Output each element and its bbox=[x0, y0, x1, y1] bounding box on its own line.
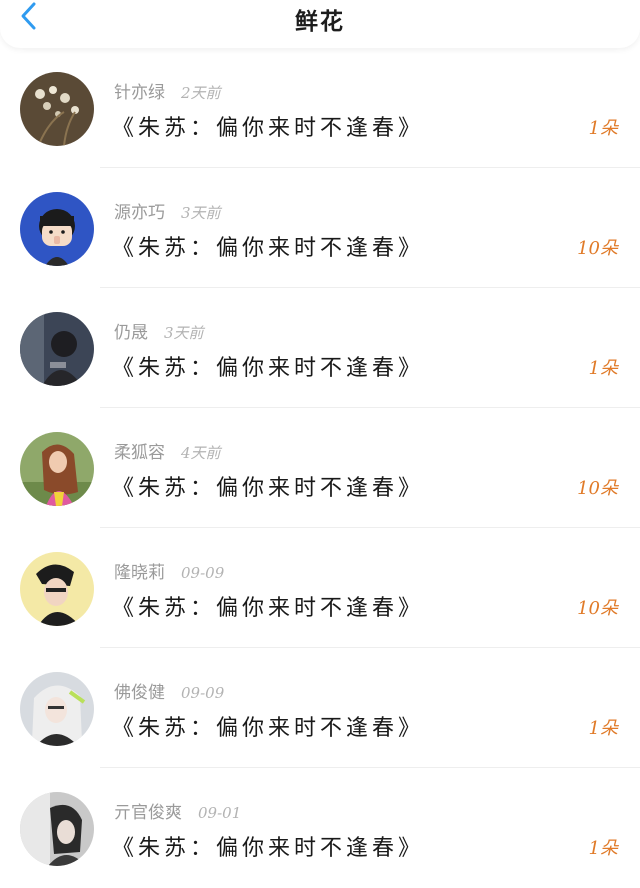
list-item[interactable]: 隆晓莉 09-09 《朱苏：偏你来时不逢春》 10朵 bbox=[0, 528, 640, 648]
sent-time: 3天前 bbox=[164, 324, 204, 342]
flower-gift-list: 针亦绿 2天前 《朱苏：偏你来时不逢春》 1朵 源亦巧 3天前 《朱苏：偏你来时不逢… bbox=[0, 48, 640, 888]
work-title: 《朱苏：偏你来时不逢春》 bbox=[112, 236, 425, 261]
avatar[interactable] bbox=[20, 312, 94, 386]
flower-count: 1朵 bbox=[588, 118, 618, 139]
sent-time: 09-09 bbox=[181, 684, 225, 702]
page-title: 鲜花 bbox=[295, 8, 345, 35]
sender-meta: 佛俊健 09-09 bbox=[114, 678, 224, 703]
flower-count: 1朵 bbox=[588, 358, 618, 379]
list-item[interactable]: 柔狐容 4天前 《朱苏：偏你来时不逢春》 10朵 bbox=[0, 408, 640, 528]
top-bar: 鲜花 bbox=[0, 0, 640, 48]
sent-time: 3天前 bbox=[181, 204, 221, 222]
sender-meta: 柔狐容 4天前 bbox=[114, 438, 221, 463]
work-title: 《朱苏：偏你来时不逢春》 bbox=[112, 836, 425, 861]
sender-meta: 隆晓莉 09-09 bbox=[114, 558, 224, 583]
flower-count: 1朵 bbox=[588, 718, 618, 739]
list-item[interactable]: 亓官俊爽 09-01 《朱苏：偏你来时不逢春》 1朵 bbox=[0, 768, 640, 888]
sender-name: 仍晟 bbox=[114, 323, 148, 343]
sender-meta: 源亦巧 3天前 bbox=[114, 198, 221, 223]
sender-name: 亓官俊爽 bbox=[114, 803, 182, 823]
list-item[interactable]: 仍晟 3天前 《朱苏：偏你来时不逢春》 1朵 bbox=[0, 288, 640, 408]
sender-name: 源亦巧 bbox=[114, 203, 165, 223]
sender-name: 柔狐容 bbox=[114, 443, 165, 463]
avatar[interactable] bbox=[20, 552, 94, 626]
sender-meta: 亓官俊爽 09-01 bbox=[114, 798, 241, 823]
sender-name: 针亦绿 bbox=[114, 83, 165, 103]
avatar[interactable] bbox=[20, 432, 94, 506]
avatar[interactable] bbox=[20, 792, 94, 866]
list-item[interactable]: 佛俊健 09-09 《朱苏：偏你来时不逢春》 1朵 bbox=[0, 648, 640, 768]
flower-count: 1朵 bbox=[588, 838, 618, 859]
list-item[interactable]: 针亦绿 2天前 《朱苏：偏你来时不逢春》 1朵 bbox=[0, 48, 640, 168]
sender-meta: 针亦绿 2天前 bbox=[114, 78, 221, 103]
work-title: 《朱苏：偏你来时不逢春》 bbox=[112, 476, 425, 501]
flower-count: 10朵 bbox=[577, 238, 618, 259]
flower-count: 10朵 bbox=[577, 598, 618, 619]
work-title: 《朱苏：偏你来时不逢春》 bbox=[112, 356, 425, 381]
sent-time: 09-09 bbox=[181, 564, 225, 582]
work-title: 《朱苏：偏你来时不逢春》 bbox=[112, 716, 425, 741]
sender-name: 隆晓莉 bbox=[114, 563, 165, 583]
flower-count: 10朵 bbox=[577, 478, 618, 499]
sent-time: 09-01 bbox=[198, 804, 242, 822]
avatar[interactable] bbox=[20, 192, 94, 266]
sender-name: 佛俊健 bbox=[114, 683, 165, 703]
work-title: 《朱苏：偏你来时不逢春》 bbox=[112, 116, 425, 141]
avatar[interactable] bbox=[20, 72, 94, 146]
sent-time: 4天前 bbox=[181, 444, 221, 462]
work-title: 《朱苏：偏你来时不逢春》 bbox=[112, 596, 425, 621]
sent-time: 2天前 bbox=[181, 84, 221, 102]
sender-meta: 仍晟 3天前 bbox=[114, 318, 204, 343]
avatar[interactable] bbox=[20, 672, 94, 746]
list-item[interactable]: 源亦巧 3天前 《朱苏：偏你来时不逢春》 10朵 bbox=[0, 168, 640, 288]
